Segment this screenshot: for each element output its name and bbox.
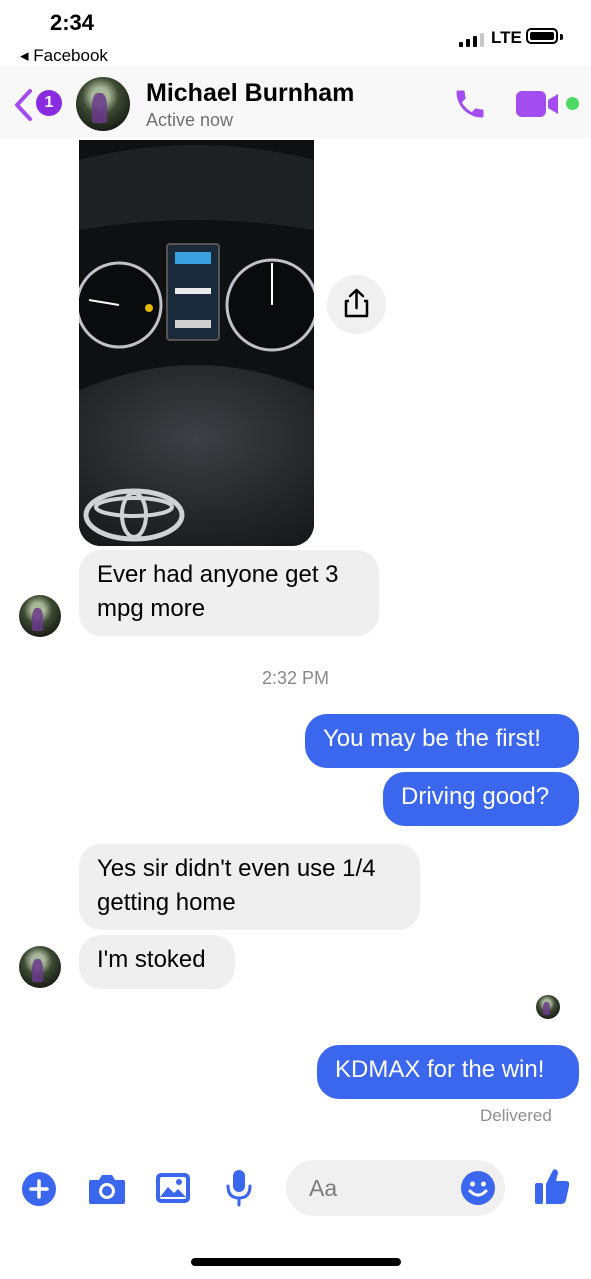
status-time: 2:34 bbox=[50, 10, 95, 35]
message-input-placeholder: Aa bbox=[309, 1175, 338, 1201]
gallery-icon[interactable] bbox=[154, 1170, 192, 1206]
add-icon[interactable] bbox=[21, 1171, 57, 1207]
signal-icon bbox=[459, 33, 484, 47]
incoming-message[interactable]: Ever had anyone get 3 mpg more bbox=[79, 550, 379, 636]
back-to-app-link[interactable]: ◂ Facebook bbox=[20, 46, 108, 66]
camera-icon[interactable] bbox=[87, 1171, 127, 1207]
unread-badge: 1 bbox=[36, 90, 62, 116]
delivery-status: Delivered bbox=[480, 1106, 552, 1125]
microphone-icon[interactable] bbox=[224, 1168, 254, 1208]
incoming-message[interactable]: I'm stoked bbox=[79, 935, 235, 989]
shared-photo-dashboard[interactable] bbox=[79, 140, 314, 546]
active-status-dot bbox=[566, 97, 579, 110]
sender-avatar[interactable] bbox=[19, 946, 61, 988]
battery-icon bbox=[526, 28, 558, 44]
thumbs-up-icon[interactable] bbox=[533, 1166, 571, 1206]
share-icon bbox=[344, 288, 369, 318]
sender-avatar[interactable] bbox=[19, 595, 61, 637]
contact-name[interactable]: Michael Burnham bbox=[146, 79, 354, 108]
message-timestamp: 2:32 PM bbox=[261, 668, 330, 688]
network-type: LTE bbox=[491, 28, 522, 47]
battery-nub bbox=[560, 34, 563, 40]
share-button[interactable] bbox=[327, 275, 386, 334]
outgoing-message[interactable]: You may be the first! bbox=[305, 714, 579, 768]
home-indicator bbox=[191, 1258, 401, 1266]
dashboard-photo-illustration bbox=[79, 140, 314, 546]
emoji-icon[interactable] bbox=[460, 1170, 496, 1206]
read-receipt-avatar bbox=[536, 995, 560, 1019]
incoming-message[interactable]: Yes sir didn't even use 1/4 getting home bbox=[79, 844, 420, 930]
back-chevron-icon[interactable] bbox=[12, 88, 34, 122]
outgoing-message[interactable]: KDMAX for the win! bbox=[317, 1045, 579, 1099]
video-camera-icon[interactable] bbox=[516, 89, 562, 119]
contact-status: Active now bbox=[146, 110, 234, 130]
outgoing-message[interactable]: Driving good? bbox=[383, 772, 579, 826]
phone-icon[interactable] bbox=[452, 86, 488, 122]
contact-avatar[interactable] bbox=[76, 77, 130, 131]
